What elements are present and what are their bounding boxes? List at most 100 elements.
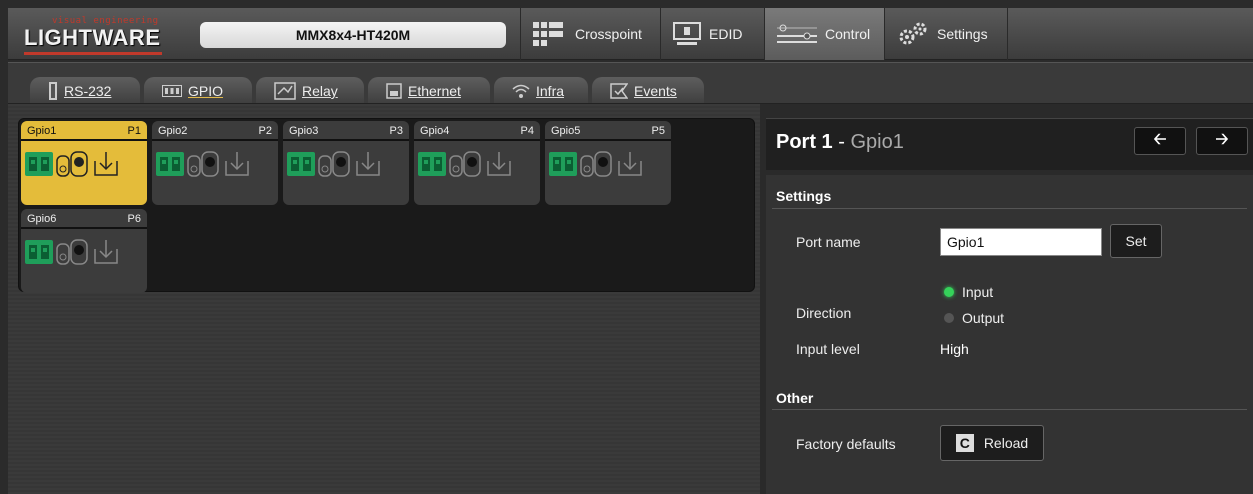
tab-relay[interactable]: Relay <box>256 77 364 105</box>
port-name-input[interactable] <box>940 228 1102 256</box>
tab-ethernet[interactable]: Ethernet <box>368 77 490 105</box>
settings-divider <box>772 208 1247 209</box>
port-name-label: Port name <box>796 234 861 250</box>
port-card-divider <box>414 139 540 141</box>
connector-icon <box>25 240 53 264</box>
pin-state-icon <box>449 151 481 177</box>
tab-rs232[interactable]: RS-232 <box>30 77 140 105</box>
port-card-number: P4 <box>520 125 534 137</box>
tab-infra[interactable]: Infra <box>494 77 588 105</box>
other-divider <box>772 409 1247 410</box>
tab-rs232-label: RS-232 <box>64 83 112 99</box>
input-direction-icon <box>94 240 118 264</box>
port-card-divider <box>21 139 147 141</box>
nav-crosspoint[interactable]: Crosspoint <box>520 8 660 60</box>
input-direction-icon <box>356 152 380 176</box>
control-icon <box>777 24 817 43</box>
direction-label: Direction <box>796 305 852 321</box>
infra-icon <box>512 84 530 98</box>
factory-defaults-label: Factory defaults <box>796 436 896 452</box>
tab-relay-label: Relay <box>302 83 338 99</box>
port-title-separator: - <box>832 131 851 153</box>
port-card-divider <box>152 139 278 141</box>
previous-port-button[interactable]: 🡠 <box>1134 127 1186 155</box>
other-section-title: Other <box>776 390 814 406</box>
port-title-number: Port 1 <box>776 131 833 153</box>
nav-settings[interactable]: Settings <box>884 8 1008 60</box>
port-card-icons <box>25 151 119 177</box>
set-port-name-button[interactable]: Set <box>1110 224 1162 258</box>
input-direction-icon <box>94 152 118 176</box>
pin-state-icon <box>580 151 612 177</box>
port-card-icons <box>287 151 381 177</box>
reload-button-label: Reload <box>983 435 1029 451</box>
pin-state-icon <box>56 151 88 177</box>
port-card-icons <box>156 151 250 177</box>
ethernet-icon <box>386 83 402 99</box>
pin-state-icon <box>318 151 350 177</box>
port-card-1[interactable]: Gpio1 P1 <box>21 121 147 205</box>
port-card-number: P3 <box>389 125 403 137</box>
nav-edid[interactable]: EDID <box>660 8 764 60</box>
tab-gpio-label: GPIO <box>188 83 224 99</box>
connector-icon <box>25 152 53 176</box>
port-card-6[interactable]: Gpio6 P6 <box>21 209 147 293</box>
tab-ethernet-label: Ethernet <box>408 83 461 99</box>
top-bar: visual engineering LIGHTWARE MMX8x4-HT42… <box>8 8 1253 60</box>
radio-selected-indicator <box>944 287 954 297</box>
port-card-name: Gpio4 <box>420 125 450 137</box>
grid-icon <box>533 22 563 46</box>
nav-control[interactable]: Control <box>764 8 884 60</box>
gears-icon <box>899 22 927 45</box>
port-card-divider <box>21 227 147 229</box>
next-port-button[interactable]: 🡢 <box>1196 127 1248 155</box>
port-card-divider <box>545 139 671 141</box>
port-card-name: Gpio2 <box>158 125 188 137</box>
radio-unselected-indicator <box>944 313 954 323</box>
settings-section-title: Settings <box>776 188 832 204</box>
port-settings-area: Settings Port name Set Input Direction O… <box>766 175 1253 494</box>
port-title: Port 1 - Gpio1 <box>776 131 904 154</box>
nav-control-label: Control <box>825 26 871 42</box>
nav-settings-label: Settings <box>937 26 988 42</box>
port-card-divider <box>283 139 409 141</box>
input-level-label: Input level <box>796 341 860 357</box>
port-card-name: Gpio1 <box>27 125 57 137</box>
logo-underline <box>24 52 162 55</box>
arrow-right-icon: 🡢 <box>1215 130 1229 148</box>
connector-icon <box>287 152 315 176</box>
direction-input-radio[interactable]: Input <box>944 284 993 300</box>
events-icon <box>610 83 628 99</box>
monitor-icon <box>673 22 701 45</box>
connector-icon <box>418 152 446 176</box>
port-card-name: Gpio6 <box>27 213 57 225</box>
tab-events[interactable]: Events <box>592 77 704 105</box>
pin-state-icon <box>187 151 219 177</box>
arrow-left-icon: 🡠 <box>1153 130 1167 148</box>
port-card-number: P2 <box>258 125 272 137</box>
port-detail-header: Port 1 - Gpio1 🡠 🡢 <box>766 118 1253 170</box>
input-level-value: High <box>940 341 969 357</box>
port-card-4[interactable]: Gpio4 P4 <box>414 121 540 205</box>
device-name-display: MMX8x4-HT420M <box>200 22 506 48</box>
port-card-number: P1 <box>127 125 141 137</box>
input-direction-icon <box>618 152 642 176</box>
tab-gpio[interactable]: GPIO <box>144 77 252 105</box>
direction-input-label: Input <box>962 284 994 300</box>
port-card-2[interactable]: Gpio2 P2 <box>152 121 278 205</box>
port-card-name: Gpio3 <box>289 125 319 137</box>
reload-icon: C <box>955 434 974 452</box>
nav-crosspoint-label: Crosspoint <box>575 26 642 42</box>
serial-icon <box>49 82 57 100</box>
gpio-port-panel: Gpio1 P1 Gpio2 P2 Gpio3 P3 Gpio4 P4 Gpio5 P5 Gpio6… <box>18 118 755 293</box>
port-card-name: Gpio5 <box>551 125 581 137</box>
input-direction-icon <box>225 152 249 176</box>
logo-brand: LIGHTWARE <box>24 25 161 50</box>
reload-button[interactable]: C Reload <box>940 425 1044 461</box>
direction-output-radio[interactable]: Output <box>944 310 1004 326</box>
port-card-number: P5 <box>651 125 665 137</box>
port-card-5[interactable]: Gpio5 P5 <box>545 121 671 205</box>
control-subtabs: RS-232 GPIO Relay Ethernet Infra Events <box>8 62 1253 105</box>
connector-icon <box>156 152 184 176</box>
port-card-3[interactable]: Gpio3 P3 <box>283 121 409 205</box>
